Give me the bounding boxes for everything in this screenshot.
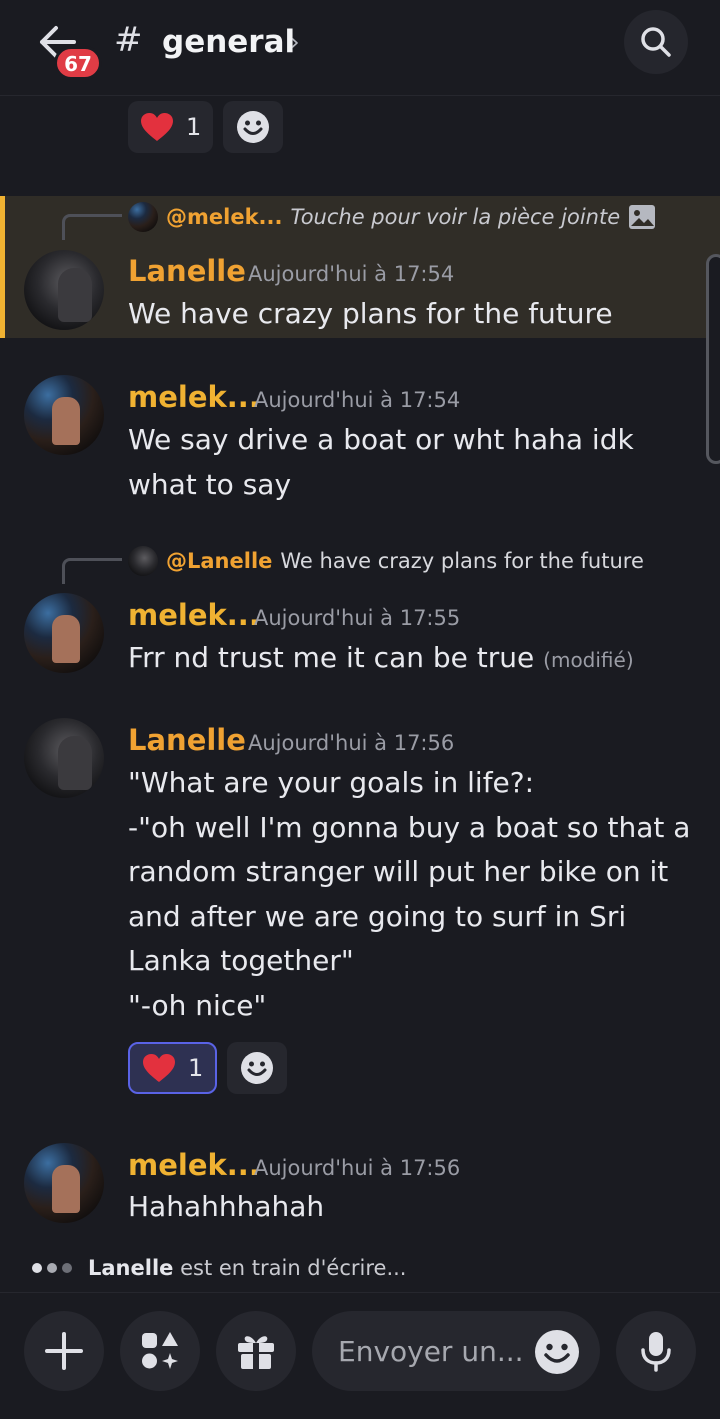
smiley-icon (241, 1052, 274, 1084)
voice-message-button[interactable] (616, 1311, 696, 1391)
message-line: random stranger will put her bike on it (128, 855, 669, 888)
avatar[interactable] (24, 375, 104, 455)
reaction-count: 1 (186, 113, 202, 141)
chevron-right-icon[interactable]: › (290, 28, 300, 56)
reply-mention: @Lanelle (166, 549, 273, 573)
add-reaction-button[interactable] (223, 101, 284, 153)
back-button[interactable]: 67 (28, 18, 108, 82)
search-button[interactable] (624, 10, 688, 74)
unread-badge: 67 (54, 46, 102, 80)
message-text: Frr nd trust me it can be true (modifié) (128, 636, 698, 683)
channel-name[interactable]: general (162, 24, 295, 60)
author-name[interactable]: Lanelle (128, 723, 246, 757)
message-text: Hahahhhahah (128, 1190, 325, 1223)
author-name[interactable]: melek... (128, 1148, 260, 1182)
timestamp: Aujourd'hui à 17:55 (254, 606, 461, 630)
avatar[interactable] (24, 593, 104, 673)
channel-header: 67 # general › (0, 0, 720, 96)
reaction-bar: 1 (128, 101, 284, 153)
reply-preview[interactable]: @Lanelle We have crazy plans for the fut… (128, 546, 644, 576)
avatar[interactable] (24, 718, 104, 798)
message-line: Lanka together" (128, 944, 354, 977)
message-input[interactable] (338, 1329, 528, 1373)
message-line: "-oh nice" (128, 988, 267, 1022)
heart-reaction[interactable]: 1 (128, 1042, 218, 1094)
microphone-icon (641, 1332, 671, 1372)
hash-icon: # (114, 20, 143, 60)
timestamp: Aujourd'hui à 17:56 (254, 1156, 461, 1180)
avatar[interactable] (24, 250, 104, 330)
reply-connector (62, 214, 122, 240)
emoji-button[interactable] (534, 1329, 580, 1375)
smiley-icon (535, 1330, 579, 1374)
heart-icon (143, 1054, 175, 1082)
apps-icon (142, 1332, 178, 1369)
typing-user: Lanelle (88, 1256, 174, 1280)
reply-text: We have crazy plans for the future (280, 549, 644, 573)
message-text: We have crazy plans for the future (128, 297, 613, 330)
heart-reaction[interactable]: 1 (128, 101, 214, 153)
typing-text: Lanelle est en train d'écrire... (88, 1256, 406, 1280)
reply-connector (62, 558, 122, 584)
message-line: and after we are going to surf in Sri (128, 899, 627, 933)
message-text: We say drive a boat or wht haha idk what… (128, 423, 634, 501)
reaction-bar: 1 (128, 1042, 288, 1094)
author-name[interactable]: melek... (128, 380, 260, 414)
message-line: -"oh well I'm gonna buy a boat so that a (128, 810, 691, 844)
reply-avatar (128, 546, 158, 576)
typing-dots-icon (32, 1263, 72, 1273)
add-reaction-button[interactable] (227, 1042, 288, 1094)
plus-icon (45, 1332, 83, 1370)
search-icon (641, 27, 671, 57)
smiley-icon (237, 111, 270, 143)
reply-mention: @melek... (166, 205, 283, 229)
author-name[interactable]: Lanelle (128, 254, 246, 288)
heart-icon (141, 113, 173, 141)
typing-status: est en train d'écrire... (180, 1256, 407, 1280)
reply-preview[interactable]: @melek... Touche pour voir la pièce join… (128, 202, 656, 232)
message-composer[interactable] (312, 1311, 600, 1391)
reaction-count: 1 (188, 1054, 204, 1082)
message-text: "What are your goals in life?: -"oh well… (128, 761, 698, 1028)
avatar[interactable] (24, 1143, 104, 1223)
image-icon (629, 205, 656, 229)
apps-button[interactable] (120, 1311, 200, 1391)
typing-indicator: Lanelle est en train d'écrire... (32, 1256, 406, 1280)
message-line: "What are your goals in life?: (128, 766, 535, 799)
timestamp: Aujourd'hui à 17:54 (254, 388, 461, 412)
reply-avatar (128, 202, 158, 232)
reply-text: Touche pour voir la pièce jointe (290, 205, 621, 229)
timestamp: Aujourd'hui à 17:54 (248, 262, 455, 286)
attach-button[interactable] (24, 1311, 104, 1391)
edited-label: (modifié) (543, 648, 634, 672)
gift-button[interactable] (216, 1311, 296, 1391)
gift-icon (238, 1336, 274, 1369)
message-body: Frr nd trust me it can be true (128, 641, 535, 674)
scrollbar[interactable] (706, 254, 720, 464)
timestamp: Aujourd'hui à 17:56 (248, 731, 455, 755)
author-name[interactable]: melek... (128, 598, 260, 632)
